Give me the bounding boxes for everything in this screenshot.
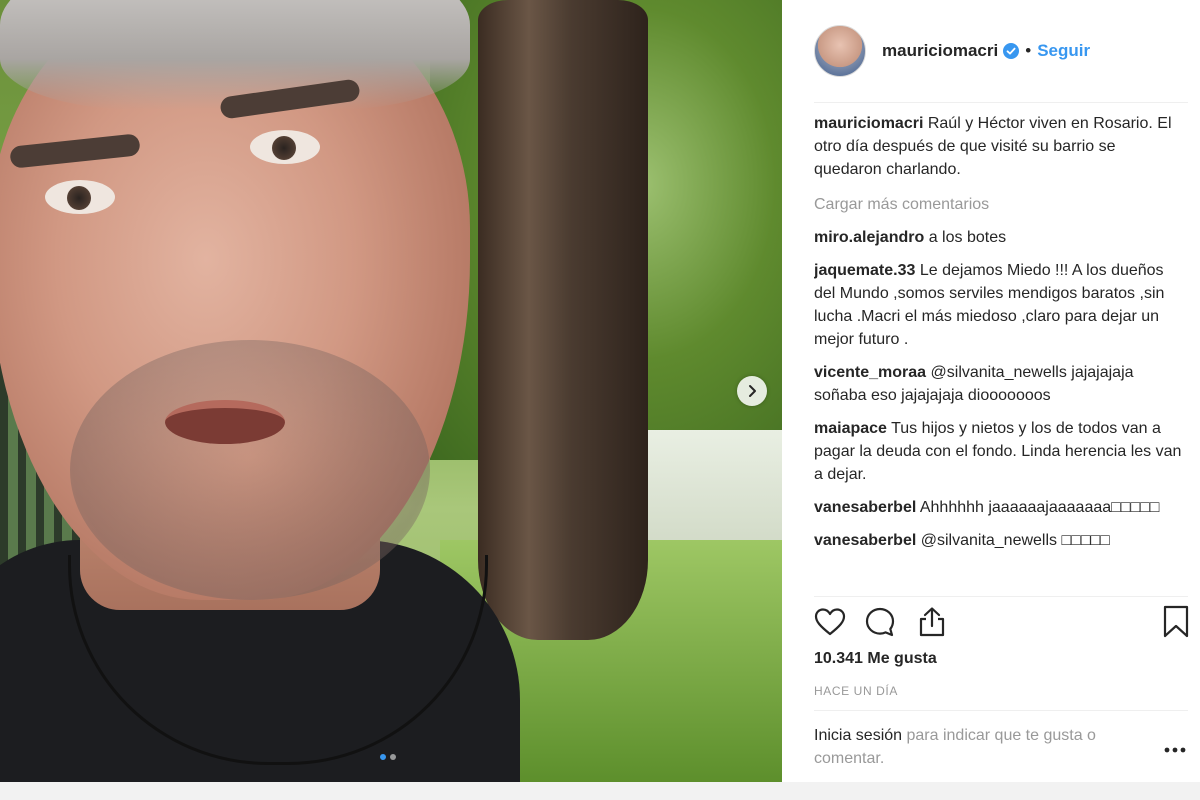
comment-text: @silvanita_newells □□□□□: [920, 532, 1110, 549]
actions-divider: [814, 596, 1188, 597]
action-bar: [812, 604, 1192, 644]
comment-text: Ahhhhhh jaaaaaajaaaaaaa□□□□□: [919, 499, 1160, 516]
comment-username[interactable]: vanesaberbel: [814, 532, 916, 549]
load-more-comments-button[interactable]: Cargar más comentarios: [814, 193, 1184, 216]
carousel-dot-active: [380, 754, 386, 760]
comment-button[interactable]: [862, 604, 898, 640]
comment-item: maiapace Tus hijos y nietos y los de tod…: [814, 417, 1184, 486]
follow-button[interactable]: Seguir: [1037, 41, 1090, 61]
comment-item: vanesaberbel Ahhhhhh jaaaaaajaaaaaaa□□□□…: [814, 496, 1184, 519]
comment-username[interactable]: vicente_moraa: [814, 364, 926, 381]
header-separator: •: [1025, 41, 1032, 60]
mouth: [165, 400, 285, 444]
bookmark-icon: [1163, 605, 1189, 638]
comment-text: a los botes: [928, 229, 1007, 246]
more-options-icon: [1164, 747, 1186, 753]
login-prompt: Inicia sesión para indicar que te gusta …: [814, 724, 1154, 770]
comment-item: vicente_moraa @silvanita_newells jajajaj…: [814, 361, 1184, 407]
person-in-video: [0, 0, 520, 782]
carousel-dot: [390, 754, 396, 760]
comment-username[interactable]: vanesaberbel: [814, 499, 916, 516]
comment-username[interactable]: miro.alejandro: [814, 229, 924, 246]
avatar[interactable]: [814, 25, 866, 77]
heart-icon: [814, 608, 846, 636]
left-eye: [45, 180, 115, 214]
carousel-next-button[interactable]: [737, 376, 767, 406]
comment-icon: [865, 607, 895, 637]
post-header: mauriciomacri • Seguir: [782, 0, 1200, 102]
comments-list[interactable]: mauriciomacri Raúl y Héctor viven en Ros…: [814, 112, 1184, 596]
login-link[interactable]: Inicia sesión: [814, 727, 902, 744]
share-button[interactable]: [914, 604, 950, 640]
more-options-button[interactable]: [1162, 740, 1188, 760]
comment-username[interactable]: jaquemate.33: [814, 262, 915, 279]
likes-count[interactable]: 10.341 Me gusta: [814, 650, 937, 668]
right-eye: [250, 130, 320, 164]
page-bottom-strip: [0, 782, 1200, 800]
comment-item: jaquemate.33 Le dejamos Miedo !!! A los …: [814, 259, 1184, 351]
post-timestamp: HACE UN DÍA: [814, 684, 898, 698]
gray-hair: [0, 0, 470, 110]
comment-item: miro.alejandro a los botes: [814, 226, 1184, 249]
header-divider: [814, 102, 1188, 103]
verified-badge-icon: [1003, 43, 1020, 59]
share-icon: [919, 607, 945, 637]
comment-item: vanesaberbel @silvanita_newells □□□□□: [814, 529, 1184, 552]
chevron-right-icon: [749, 385, 756, 397]
save-button[interactable]: [1158, 604, 1194, 640]
post-username[interactable]: mauriciomacri: [882, 41, 998, 61]
post-sidebar: mauriciomacri • Seguir mauriciomacri Raú…: [782, 0, 1200, 782]
comment-username[interactable]: maiapace: [814, 420, 887, 437]
like-button[interactable]: [812, 604, 848, 640]
carousel-dots: [380, 754, 396, 760]
login-divider: [814, 710, 1188, 711]
post-caption: mauriciomacri Raúl y Héctor viven en Ros…: [814, 112, 1184, 181]
post-media: [0, 0, 782, 782]
caption-username[interactable]: mauriciomacri: [814, 115, 923, 132]
